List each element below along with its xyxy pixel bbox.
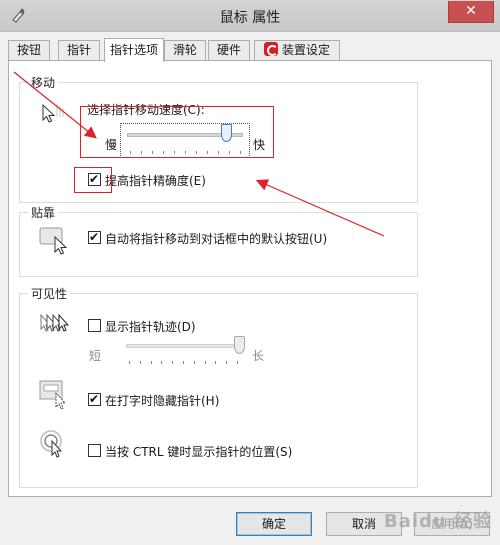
window-title: 鼠标 属性 bbox=[219, 10, 281, 26]
slider-tick bbox=[172, 361, 174, 364]
tab-label: 滑轮 bbox=[172, 43, 197, 57]
tab-label: 指针选项 bbox=[109, 43, 158, 57]
slider-tick bbox=[161, 361, 163, 364]
tab-device-settings[interactable]: 装置设定值 bbox=[254, 40, 340, 75]
snap-checkbox[interactable] bbox=[88, 229, 101, 245]
slider-tick bbox=[226, 361, 228, 364]
tab-buttons[interactable]: 按钮 bbox=[8, 40, 50, 60]
annotation-box-checkbox bbox=[74, 167, 112, 193]
pointer-speed-icon bbox=[42, 103, 64, 123]
ctrl-location-checkbox[interactable] bbox=[88, 444, 101, 457]
precision-label[interactable]: 提高指针精确度(E) bbox=[105, 172, 206, 189]
hide-typing-label[interactable]: 在打字时隐藏指针(H) bbox=[105, 392, 219, 409]
slider-tick bbox=[129, 361, 130, 364]
tab-pointers[interactable]: 指针 bbox=[58, 40, 100, 60]
trail-slider-ticks bbox=[129, 361, 238, 365]
slider-tick bbox=[183, 361, 184, 364]
long-label: 长 bbox=[252, 349, 265, 363]
slider-tick bbox=[204, 361, 206, 364]
trails-label[interactable]: 显示指针轨迹(D) bbox=[105, 318, 196, 335]
snap-group-title: 贴靠 bbox=[28, 204, 59, 221]
motion-group-title: 移动 bbox=[28, 74, 59, 91]
tab-label: 指针 bbox=[66, 43, 91, 57]
hide-typing-checkbox[interactable] bbox=[88, 391, 101, 407]
slider-tick bbox=[150, 361, 152, 364]
tab-pointer-options[interactable]: 指针选项 bbox=[104, 38, 164, 62]
pointer-trails-icon bbox=[40, 313, 70, 332]
trail-slider-track bbox=[126, 344, 240, 348]
title-bar: 鼠标 属性 ✕ bbox=[0, 0, 500, 32]
snap-to-button-icon bbox=[39, 227, 68, 255]
tab-label: 硬件 bbox=[216, 43, 241, 57]
slider-tick bbox=[193, 361, 195, 364]
visibility-group-title: 可见性 bbox=[28, 285, 71, 302]
tab-wheel[interactable]: 滑轮 bbox=[164, 40, 206, 60]
show-location-ctrl-icon bbox=[40, 430, 63, 458]
short-label: 短 bbox=[89, 349, 102, 363]
tab-label: 按钮 bbox=[16, 43, 41, 57]
ctrl-location-label[interactable]: 当按 CTRL 键时显示指针的位置(S) bbox=[105, 443, 292, 460]
snap-label[interactable]: 自动将指针移动到对话框中的默认按钮(U) bbox=[105, 230, 327, 247]
watermark: Baidu 经验 bbox=[383, 511, 492, 532]
slider-tick bbox=[215, 361, 217, 364]
slider-tick bbox=[237, 361, 238, 364]
ok-button[interactable]: 确定 bbox=[236, 512, 312, 536]
hide-while-typing-icon bbox=[39, 380, 67, 410]
slider-tick bbox=[139, 361, 141, 364]
device-settings-icon bbox=[263, 42, 278, 56]
annotation-box-speed bbox=[80, 106, 274, 158]
trails-checkbox[interactable] bbox=[88, 319, 101, 332]
close-button[interactable]: ✕ bbox=[448, 1, 494, 23]
trail-slider-thumb bbox=[234, 336, 245, 354]
tab-hardware[interactable]: 硬件 bbox=[208, 40, 250, 60]
